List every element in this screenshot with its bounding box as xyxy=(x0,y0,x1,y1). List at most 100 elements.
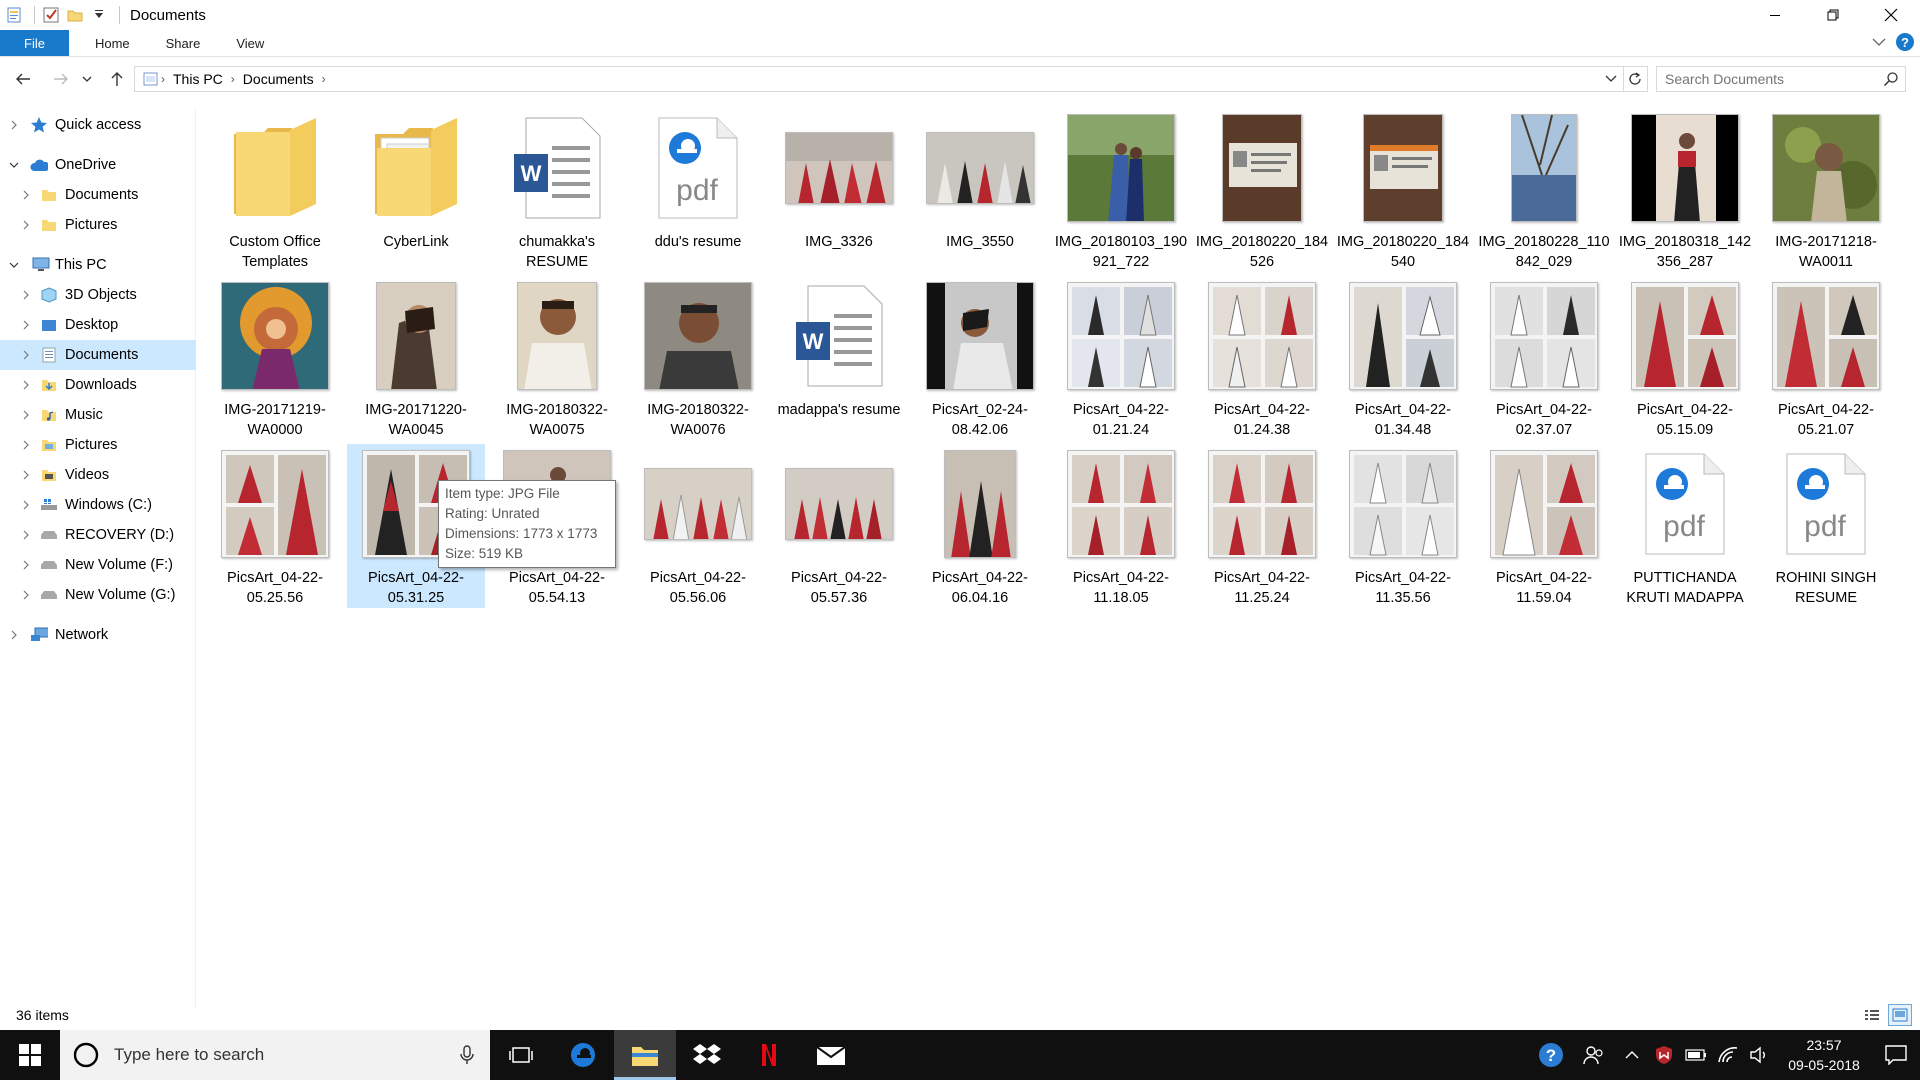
help-tray-button[interactable]: ? xyxy=(1530,1030,1572,1080)
tab-view[interactable]: View xyxy=(218,30,282,56)
expand-arrow-icon[interactable] xyxy=(20,379,32,391)
file-item[interactable]: pdf ddu's resume xyxy=(629,108,767,272)
file-item[interactable]: pdf PUTTICHANDA KRUTI MADAPPA xyxy=(1616,444,1754,608)
refresh-button[interactable] xyxy=(1622,66,1648,92)
new-folder-icon[interactable] xyxy=(65,5,85,25)
file-item[interactable]: PicsArt_04-22-05.25.56 xyxy=(206,444,344,608)
expand-arrow-icon[interactable] xyxy=(20,409,32,421)
nav-videos[interactable]: Videos xyxy=(0,460,196,490)
file-item[interactable]: IMG_20180318_142356_287 xyxy=(1616,108,1754,272)
up-button[interactable] xyxy=(104,66,130,92)
expand-arrow-icon[interactable] xyxy=(20,219,32,231)
file-item[interactable]: PicsArt_04-22-05.57.36 xyxy=(770,444,908,608)
expand-arrow-icon[interactable] xyxy=(20,469,32,481)
expand-arrow-icon[interactable] xyxy=(8,629,20,641)
nav-desktop[interactable]: Desktop xyxy=(0,310,196,340)
nav-drive-d[interactable]: RECOVERY (D:) xyxy=(0,520,196,550)
nav-3d-objects[interactable]: 3D Objects xyxy=(0,280,196,310)
expand-arrow-icon[interactable] xyxy=(20,289,32,301)
collapse-arrow-icon[interactable] xyxy=(8,159,20,171)
file-item[interactable]: PicsArt_04-22-11.18.05 xyxy=(1052,444,1190,608)
expand-arrow-icon[interactable] xyxy=(8,119,20,131)
help-icon[interactable]: ? xyxy=(1896,33,1914,51)
show-hidden-icons-button[interactable] xyxy=(1616,1030,1648,1080)
file-item[interactable]: IMG_3326 xyxy=(770,108,908,272)
tab-file[interactable]: File xyxy=(0,30,69,56)
close-button[interactable] xyxy=(1862,0,1920,30)
forward-button[interactable] xyxy=(48,66,74,92)
nav-drive-f[interactable]: New Volume (F:) xyxy=(0,550,196,580)
file-item[interactable]: PicsArt_04-22-01.24.38 xyxy=(1193,276,1331,440)
back-button[interactable] xyxy=(10,66,36,92)
file-item[interactable]: IMG_20180220_184540 xyxy=(1334,108,1472,272)
task-view-button[interactable] xyxy=(490,1030,552,1080)
tab-share[interactable]: Share xyxy=(148,30,219,56)
nav-documents[interactable]: Documents xyxy=(0,340,196,370)
nav-onedrive[interactable]: OneDrive xyxy=(0,150,196,180)
checkbox-icon[interactable] xyxy=(41,5,61,25)
expand-arrow-icon[interactable] xyxy=(20,559,32,571)
expand-arrow-icon[interactable] xyxy=(20,319,32,331)
file-item[interactable]: PicsArt_04-22-05.56.06 xyxy=(629,444,767,608)
taskbar-search[interactable]: Type here to search xyxy=(60,1030,490,1080)
taskbar-netflix[interactable] xyxy=(738,1030,800,1080)
file-item[interactable]: IMG-20171218-WA0011 xyxy=(1757,108,1895,272)
file-item[interactable]: IMG_20180228_110842_029 xyxy=(1475,108,1613,272)
file-item[interactable]: PicsArt_04-22-01.21.24 xyxy=(1052,276,1190,440)
people-button[interactable] xyxy=(1572,1030,1616,1080)
file-item[interactable]: PicsArt_04-22-01.34.48 xyxy=(1334,276,1472,440)
antivirus-tray-icon[interactable] xyxy=(1648,1030,1680,1080)
nav-onedrive-pictures[interactable]: Pictures xyxy=(0,210,196,240)
breadcrumb-documents[interactable]: Documents xyxy=(243,71,314,87)
nav-downloads[interactable]: Downloads xyxy=(0,370,196,400)
expand-ribbon-icon[interactable] xyxy=(1872,37,1886,47)
file-item[interactable]: IMG_20180220_184526 xyxy=(1193,108,1331,272)
file-item[interactable]: PicsArt_02-24-08.42.06 xyxy=(911,276,1049,440)
address-bar[interactable]: › This PC › Documents › xyxy=(134,66,1624,92)
search-input[interactable] xyxy=(1665,71,1865,87)
file-item[interactable]: PicsArt_04-22-05.15.09 xyxy=(1616,276,1754,440)
expand-arrow-icon[interactable] xyxy=(20,189,32,201)
nav-drive-c[interactable]: Windows (C:) xyxy=(0,490,196,520)
file-item[interactable]: PicsArt_04-22-11.25.24 xyxy=(1193,444,1331,608)
file-item[interactable]: W chumakka's RESUME xyxy=(488,108,626,272)
details-view-button[interactable] xyxy=(1860,1004,1884,1026)
taskbar-file-explorer[interactable] xyxy=(614,1030,676,1080)
nav-onedrive-documents[interactable]: Documents xyxy=(0,180,196,210)
file-item[interactable]: IMG-20180322-WA0076 xyxy=(629,276,767,440)
expand-arrow-icon[interactable] xyxy=(20,499,32,511)
file-item[interactable]: IMG-20171219-WA0000 xyxy=(206,276,344,440)
taskbar-dropbox[interactable] xyxy=(676,1030,738,1080)
battery-icon[interactable] xyxy=(1680,1030,1712,1080)
minimize-button[interactable] xyxy=(1746,0,1804,30)
microphone-icon[interactable] xyxy=(460,1045,474,1065)
file-item[interactable]: Custom Office Templates xyxy=(206,108,344,272)
customize-toolbar-icon[interactable] xyxy=(89,5,109,25)
file-item[interactable]: pdf ROHINI SINGH RESUME xyxy=(1757,444,1895,608)
file-item[interactable]: PicsArt_04-22-05.21.07 xyxy=(1757,276,1895,440)
nav-quick-access[interactable]: Quick access xyxy=(0,110,196,140)
file-item[interactable]: CyberLink xyxy=(347,108,485,272)
restore-button[interactable] xyxy=(1804,0,1862,30)
large-icons-view-button[interactable] xyxy=(1888,1004,1912,1026)
file-item[interactable]: PicsArt_04-22-02.37.07 xyxy=(1475,276,1613,440)
recent-locations-button[interactable] xyxy=(80,66,94,92)
action-center-button[interactable] xyxy=(1872,1030,1920,1080)
nav-this-pc[interactable]: This PC xyxy=(0,250,196,280)
search-box[interactable] xyxy=(1656,66,1906,92)
nav-network[interactable]: Network xyxy=(0,620,196,650)
expand-arrow-icon[interactable] xyxy=(20,439,32,451)
file-item[interactable]: PicsArt_04-22-11.35.56 xyxy=(1334,444,1472,608)
file-item[interactable]: IMG_20180103_190921_722 xyxy=(1052,108,1190,272)
file-item[interactable]: PicsArt_04-22-11.59.04 xyxy=(1475,444,1613,608)
expand-arrow-icon[interactable] xyxy=(20,589,32,601)
breadcrumb-this-pc[interactable]: This PC xyxy=(173,71,223,87)
file-item[interactable]: W madappa's resume xyxy=(770,276,908,440)
taskbar-mail[interactable] xyxy=(800,1030,862,1080)
taskbar-clock[interactable]: 23:57 09-05-2018 xyxy=(1776,1035,1872,1075)
expand-arrow-icon[interactable] xyxy=(20,529,32,541)
start-button[interactable] xyxy=(0,1030,60,1080)
address-dropdown[interactable] xyxy=(1605,71,1617,87)
properties-icon[interactable] xyxy=(4,5,24,25)
file-item[interactable]: IMG_3550 xyxy=(911,108,1049,272)
